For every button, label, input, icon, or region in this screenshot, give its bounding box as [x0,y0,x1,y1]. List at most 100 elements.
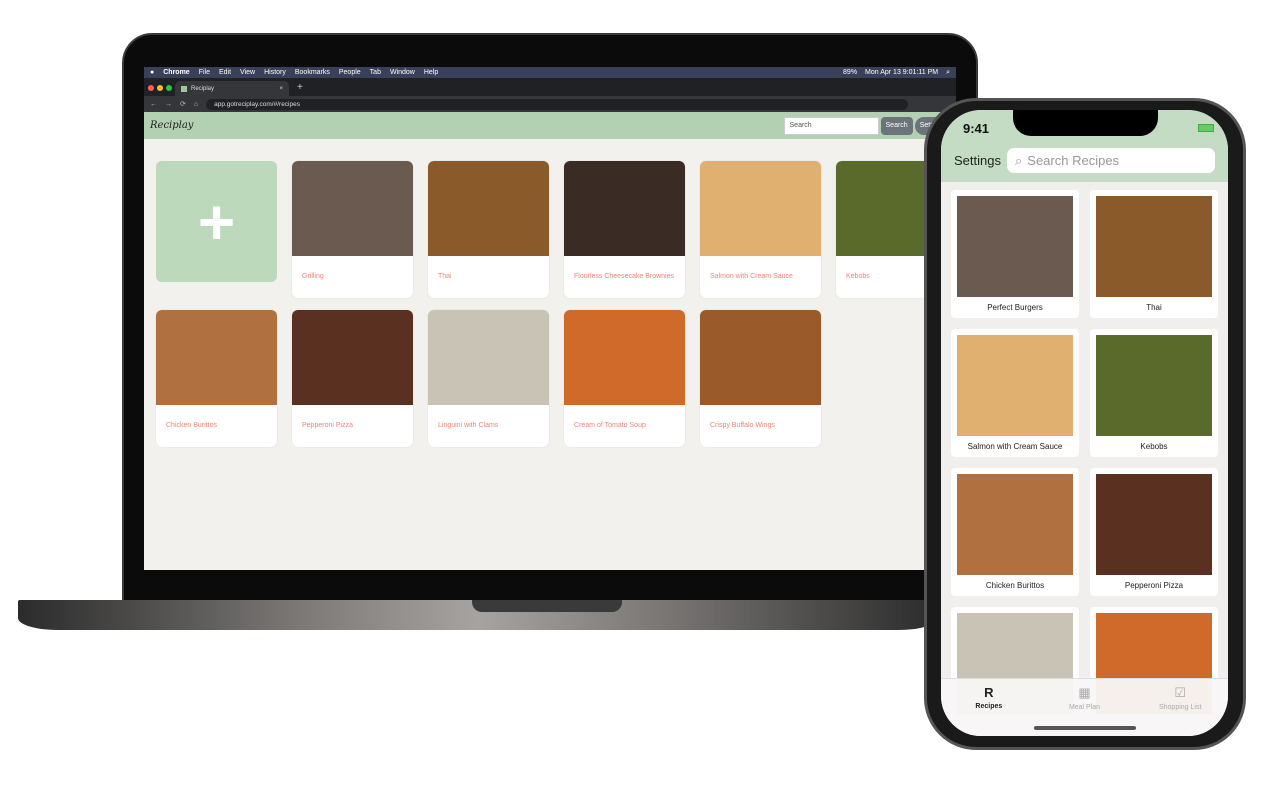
mac-menu-item[interactable]: View [240,69,255,76]
favicon-icon [181,85,187,92]
tab-recipes[interactable]: R Recipes [941,679,1037,736]
close-tab-icon[interactable]: × [279,86,283,92]
tab-label: Recipes [975,703,1003,710]
recipe-title: Chicken Burittos [985,581,1045,590]
mac-menu-item[interactable]: Window [390,69,415,76]
recipe-card[interactable]: Cream of Tomato Soup [564,310,685,447]
phone-header: 9:41 Settings ⌕ Search Recipes [941,110,1228,182]
recipe-image [957,196,1073,297]
search-input[interactable]: Search [783,116,879,135]
phone-recipe-card[interactable]: Thai [1090,190,1218,318]
spotlight-icon[interactable]: ⌕ [946,69,950,77]
mac-menu-item[interactable]: Help [424,69,438,76]
recipe-title: Thai [1146,303,1162,312]
search-placeholder: Search Recipes [1027,153,1120,168]
clock: Mon Apr 13 9:01:11 PM [865,68,939,76]
battery-icon [1198,124,1214,132]
recipe-image [292,161,413,256]
recipe-image [292,310,413,405]
recipe-image [1096,335,1212,436]
recipe-image [1096,474,1212,575]
window-controls[interactable] [148,78,175,96]
recipe-card[interactable]: Thai [428,161,549,298]
tab-icon: ☑ [1174,685,1186,700]
tab-label: Shopping List [1158,704,1202,711]
recipe-card[interactable]: Grilling [292,161,413,298]
phone-recipe-card[interactable]: Perfect Burgers [951,190,1079,318]
phone-screen: 9:41 Settings ⌕ Search Recipes Perfect Bu… [941,110,1228,736]
recipe-title: Perfect Burgers [987,303,1043,312]
address-bar-row: ← → ⟳ ⌂ app.gotreciplay.com/#/recipes [144,96,956,112]
mac-menu-item[interactable]: Bookmarks [295,69,330,76]
tab-shopping-list[interactable]: ☑ Shopping List [1132,679,1228,736]
add-recipe-button[interactable]: + [156,161,277,282]
recipe-image [564,310,685,405]
phone-recipe-grid: Perfect Burgers Thai Salmon with Cream Sau… [951,190,1218,735]
mac-menu-item[interactable]: History [264,69,286,76]
phone-recipe-card[interactable]: Kebobs [1090,329,1218,457]
recipe-image [700,161,821,256]
back-icon[interactable]: ← [150,101,157,108]
recipe-image [564,161,685,256]
phone-search-input[interactable]: ⌕ Search Recipes [1007,148,1215,173]
tab-icon: ▦ [1078,685,1091,700]
home-indicator [1034,726,1136,730]
tab-title: Reciplay [191,85,215,92]
recipe-title: Thai [438,273,452,280]
recipe-card[interactable]: Salmon with Cream Sauce [700,161,821,298]
app-header: Reciplay Search Search Settings [144,112,956,139]
recipe-image [700,310,821,405]
search-icon: ⌕ [1015,152,1023,168]
phone-notch [1013,110,1158,136]
recipe-title: Chicken Burittos [166,422,217,429]
app-logo[interactable]: Reciplay [150,120,193,131]
recipe-card[interactable]: Crispy Buffalo Wings [700,310,821,447]
phone-recipe-card[interactable]: Pepperoni Pizza [1090,468,1218,596]
recipe-image [428,310,549,405]
laptop-screen: ● Chrome File Edit View History Bookmarks Peop… [144,67,956,570]
mac-menu-item[interactable]: Edit [219,69,231,76]
recipe-title: Salmon with Cream Sauce [967,442,1063,451]
apple-icon[interactable]: ● [150,69,154,76]
phone-recipe-card[interactable]: Chicken Burittos [951,468,1079,596]
home-icon[interactable]: ⌂ [194,101,198,108]
recipe-title: Crispy Buffalo Wings [710,422,775,429]
recipe-title: Kebobs [1140,442,1168,451]
mac-menubar: ● Chrome File Edit View History Bookmarks Peop… [144,67,956,78]
recipe-title: Salmon with Cream Sauce [710,273,793,280]
recipe-title: Linguini with Clams [438,422,499,429]
recipe-image [957,474,1073,575]
phone-recipe-card[interactable]: Salmon with Cream Sauce [951,329,1079,457]
mac-menu-item[interactable]: Tab [370,69,381,76]
tab-label: Meal Plan [1068,704,1101,711]
phone-settings-button[interactable]: Settings [954,153,1001,168]
recipe-image [957,335,1073,436]
recipe-title: Pepperoni Pizza [302,422,353,429]
recipe-card[interactable]: Chicken Burittos [156,310,277,447]
tab-icon: R [984,685,994,700]
mac-menu-item[interactable]: Chrome [163,69,189,76]
mac-menu-item[interactable]: File [199,69,210,76]
recipe-image [1096,196,1212,297]
search-button[interactable]: Search [880,116,913,135]
new-tab-button[interactable]: + [297,82,303,93]
recipe-title: Flourless Cheesecake Brownies [574,273,674,280]
recipe-title: Pepperoni Pizza [1124,581,1184,590]
recipe-title: Grilling [302,273,324,280]
browser-tab[interactable]: Reciplay × [175,81,289,96]
recipe-card[interactable]: Pepperoni Pizza [292,310,413,447]
reload-icon[interactable]: ⟳ [180,100,186,108]
recipe-title: Cream of Tomato Soup [574,422,646,429]
recipe-image [156,310,277,405]
battery-status: 89% [843,68,858,76]
url-input[interactable]: app.gotreciplay.com/#/recipes [206,98,908,110]
browser-tabbar: Reciplay × + [144,78,956,96]
recipe-card[interactable]: Flourless Cheesecake Brownies [564,161,685,298]
forward-icon[interactable]: → [165,101,172,108]
mac-menu-item[interactable]: People [339,69,361,76]
status-time: 9:41 [963,121,990,136]
laptop-notch [472,600,622,612]
recipe-grid: + Grilling Thai Flourless Cheesecake Brown… [156,161,956,447]
recipe-card[interactable]: Linguini with Clams [428,310,549,447]
recipe-image [428,161,549,256]
